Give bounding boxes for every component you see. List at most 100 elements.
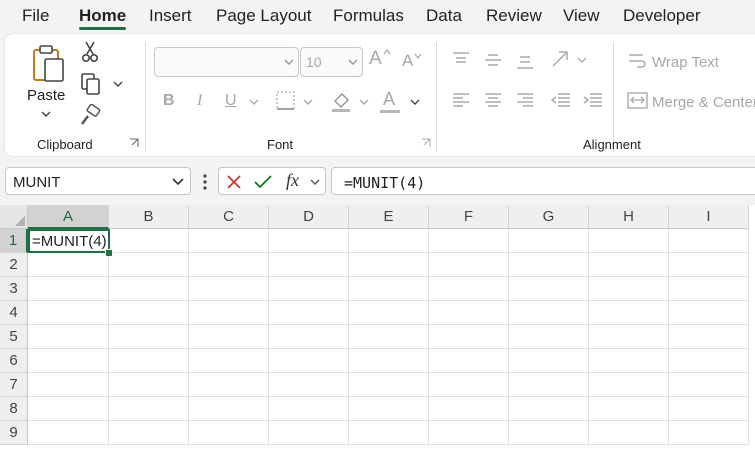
align-right-icon[interactable] [515, 92, 535, 108]
cell-e3[interactable] [349, 277, 429, 301]
cell-e7[interactable] [349, 373, 429, 397]
cell-d3[interactable] [269, 277, 349, 301]
row-header-9[interactable]: 9 [0, 421, 28, 445]
column-header-a[interactable]: A [28, 205, 109, 229]
chevron-down-icon[interactable] [310, 179, 320, 187]
align-left-icon[interactable] [451, 92, 471, 108]
wrap-text-button[interactable]: Wrap Text [652, 54, 719, 71]
tab-formulas[interactable]: Formulas [333, 6, 404, 26]
wrap-text-icon[interactable] [627, 51, 649, 71]
tab-review[interactable]: Review [486, 6, 542, 26]
cell-b6[interactable] [109, 349, 189, 373]
align-top-icon[interactable] [451, 50, 471, 66]
row-header-5[interactable]: 5 [0, 325, 28, 349]
font-color-button[interactable]: A [383, 89, 395, 110]
column-header-e[interactable]: E [349, 205, 429, 229]
column-header-d[interactable]: D [269, 205, 349, 229]
borders-dropdown-icon[interactable] [303, 98, 313, 106]
row-header-4[interactable]: 4 [0, 301, 28, 325]
row-header-1[interactable]: 1 [0, 229, 28, 253]
cancel-icon[interactable] [226, 174, 242, 190]
insert-function-button[interactable]: fx [286, 170, 299, 191]
cell-h1[interactable] [589, 229, 669, 253]
cell-i9[interactable] [669, 421, 749, 445]
bold-button[interactable]: B [163, 92, 175, 110]
tab-developer[interactable]: Developer [623, 6, 701, 26]
cell-i5[interactable] [669, 325, 749, 349]
cell-i3[interactable] [669, 277, 749, 301]
row-header-8[interactable]: 8 [0, 397, 28, 421]
align-bottom-icon[interactable] [515, 54, 535, 70]
copy-icon[interactable] [79, 72, 103, 96]
cell-h5[interactable] [589, 325, 669, 349]
fill-color-icon[interactable] [330, 89, 354, 113]
cell-i2[interactable] [669, 253, 749, 277]
cell-a7[interactable] [28, 373, 109, 397]
cell-i4[interactable] [669, 301, 749, 325]
cell-b9[interactable] [109, 421, 189, 445]
cell-d6[interactable] [269, 349, 349, 373]
row-header-7[interactable]: 7 [0, 373, 28, 397]
cell-d8[interactable] [269, 397, 349, 421]
cell-a5[interactable] [28, 325, 109, 349]
align-center-icon[interactable] [483, 92, 503, 108]
cell-e4[interactable] [349, 301, 429, 325]
column-header-c[interactable]: C [189, 205, 269, 229]
column-header-h[interactable]: H [589, 205, 669, 229]
align-middle-icon[interactable] [483, 52, 503, 68]
cell-f9[interactable] [429, 421, 509, 445]
cell-h7[interactable] [589, 373, 669, 397]
cell-b1[interactable] [109, 229, 189, 253]
cell-b2[interactable] [109, 253, 189, 277]
cell-a8[interactable] [28, 397, 109, 421]
cell-i7[interactable] [669, 373, 749, 397]
cell-a4[interactable] [28, 301, 109, 325]
font-launcher-icon[interactable] [421, 138, 431, 148]
increase-indent-icon[interactable] [582, 92, 604, 108]
cell-g8[interactable] [509, 397, 589, 421]
cell-g3[interactable] [509, 277, 589, 301]
cell-c8[interactable] [189, 397, 269, 421]
cell-i8[interactable] [669, 397, 749, 421]
more-options-icon[interactable] [202, 174, 208, 190]
cell-e5[interactable] [349, 325, 429, 349]
cell-g7[interactable] [509, 373, 589, 397]
cell-d1[interactable] [269, 229, 349, 253]
fill-handle[interactable] [105, 249, 113, 257]
column-header-b[interactable]: B [109, 205, 189, 229]
paste-dropdown-icon[interactable] [41, 110, 51, 118]
cell-f3[interactable] [429, 277, 509, 301]
italic-button[interactable]: I [197, 92, 202, 110]
cell-e8[interactable] [349, 397, 429, 421]
cell-a3[interactable] [28, 277, 109, 301]
cell-g2[interactable] [509, 253, 589, 277]
cell-f5[interactable] [429, 325, 509, 349]
underline-dropdown-icon[interactable] [249, 98, 259, 106]
copy-dropdown-icon[interactable] [113, 80, 123, 88]
name-box[interactable]: MUNIT [5, 167, 191, 195]
cell-f4[interactable] [429, 301, 509, 325]
cell-f7[interactable] [429, 373, 509, 397]
cell-c2[interactable] [189, 253, 269, 277]
cell-e6[interactable] [349, 349, 429, 373]
cell-c6[interactable] [189, 349, 269, 373]
cell-d4[interactable] [269, 301, 349, 325]
cut-icon[interactable] [80, 40, 100, 64]
merge-center-icon[interactable] [627, 92, 649, 110]
shrink-font-button[interactable]: A [402, 51, 413, 71]
cell-g1[interactable] [509, 229, 589, 253]
fill-color-dropdown-icon[interactable] [359, 98, 369, 106]
tab-view[interactable]: View [563, 6, 600, 26]
cell-d7[interactable] [269, 373, 349, 397]
cell-c1[interactable] [189, 229, 269, 253]
enter-icon[interactable] [254, 174, 272, 190]
cell-b3[interactable] [109, 277, 189, 301]
cell-d9[interactable] [269, 421, 349, 445]
cell-b5[interactable] [109, 325, 189, 349]
cell-f2[interactable] [429, 253, 509, 277]
format-painter-icon[interactable] [79, 104, 103, 128]
orientation-icon[interactable] [549, 48, 573, 70]
cell-e2[interactable] [349, 253, 429, 277]
row-header-3[interactable]: 3 [0, 277, 28, 301]
column-header-g[interactable]: G [509, 205, 589, 229]
